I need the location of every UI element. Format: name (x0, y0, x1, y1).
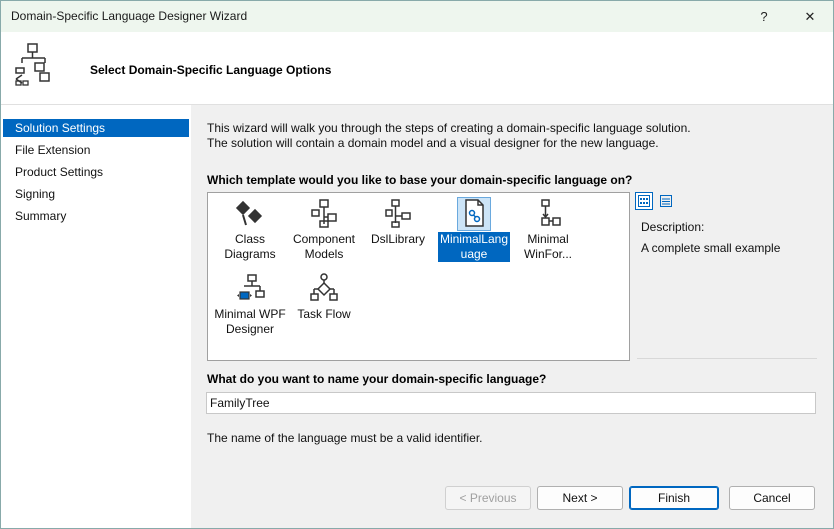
dsl-library-icon (385, 199, 411, 228)
template-dsl-library[interactable]: DslLibrary (360, 197, 436, 247)
minimal-wpf-designer-icon (237, 274, 265, 300)
intro-text: This wizard will walk you through the st… (207, 121, 691, 151)
description-panel: Description: A complete small example (637, 213, 817, 359)
minimal-language-icon (465, 199, 484, 227)
language-name-input[interactable] (206, 392, 816, 414)
wizard-window: Domain-Specific Language Designer Wizard… (0, 0, 834, 529)
large-icons-view-icon (638, 195, 650, 207)
previous-button[interactable]: < Previous (445, 486, 531, 510)
window-title: Domain-Specific Language Designer Wizard (11, 9, 248, 23)
sidebar-item-summary[interactable]: Summary (3, 207, 189, 225)
component-models-icon (311, 199, 337, 228)
details-view-icon (660, 195, 672, 207)
sidebar-item-solution-settings[interactable]: Solution Settings (3, 119, 189, 137)
wizard-header: Select Domain-Specific Language Options (1, 32, 833, 105)
template-minimal-wpf-designer[interactable]: Minimal WPF Designer (212, 272, 288, 337)
template-component-models[interactable]: Component Models (286, 197, 362, 262)
title-bar: Domain-Specific Language Designer Wizard… (1, 1, 833, 32)
tile-label: DslLibrary (370, 232, 425, 246)
view-toggle (635, 192, 677, 210)
class-diagrams-icon (235, 200, 263, 226)
next-button[interactable]: Next > (537, 486, 623, 510)
minimal-winforms-icon (541, 199, 561, 226)
template-minimal-winforms[interactable]: Minimal WinFor... (510, 197, 586, 262)
name-hint: The name of the language must be a valid… (207, 431, 483, 445)
main-content: This wizard will walk you through the st… (191, 105, 833, 528)
template-gallery[interactable]: Class Diagrams Component Models DslLibra… (207, 192, 630, 361)
tile-label: Class Diagrams (224, 232, 276, 261)
close-button[interactable]: ✕ (787, 1, 833, 32)
template-class-diagrams[interactable]: Class Diagrams (212, 197, 288, 262)
name-question-label: What do you want to name your domain-spe… (207, 372, 547, 386)
cancel-button[interactable]: Cancel (729, 486, 815, 510)
intro-line-2: The solution will contain a domain model… (207, 136, 659, 150)
description-title: Description: (641, 220, 705, 234)
details-view-button[interactable] (657, 192, 675, 210)
tile-label: Minimal WPF Designer (214, 307, 286, 336)
intro-line-1: This wizard will walk you through the st… (207, 121, 691, 135)
tile-label: Task Flow (297, 307, 351, 321)
tile-label: Minimal WinFor... (523, 232, 572, 261)
template-question-label: Which template would you like to base yo… (207, 173, 633, 187)
sidebar-item-signing[interactable]: Signing (3, 185, 189, 203)
template-minimal-language[interactable]: MinimalLang uage (436, 197, 512, 262)
hierarchy-logo-icon (15, 43, 50, 86)
task-flow-icon (310, 273, 338, 301)
wizard-steps-sidebar: Solution Settings File Extension Product… (1, 105, 191, 528)
help-button[interactable]: ? (741, 1, 787, 32)
page-heading: Select Domain-Specific Language Options (90, 63, 332, 77)
tile-label: MinimalLang uage (437, 232, 511, 262)
sidebar-item-product-settings[interactable]: Product Settings (3, 163, 189, 181)
finish-button[interactable]: Finish (629, 486, 719, 510)
sidebar-item-file-extension[interactable]: File Extension (3, 141, 189, 159)
template-task-flow[interactable]: Task Flow (286, 272, 362, 322)
description-text: A complete small example (641, 241, 781, 255)
large-icons-view-button[interactable] (635, 192, 653, 210)
tile-label: Component Models (292, 232, 356, 261)
